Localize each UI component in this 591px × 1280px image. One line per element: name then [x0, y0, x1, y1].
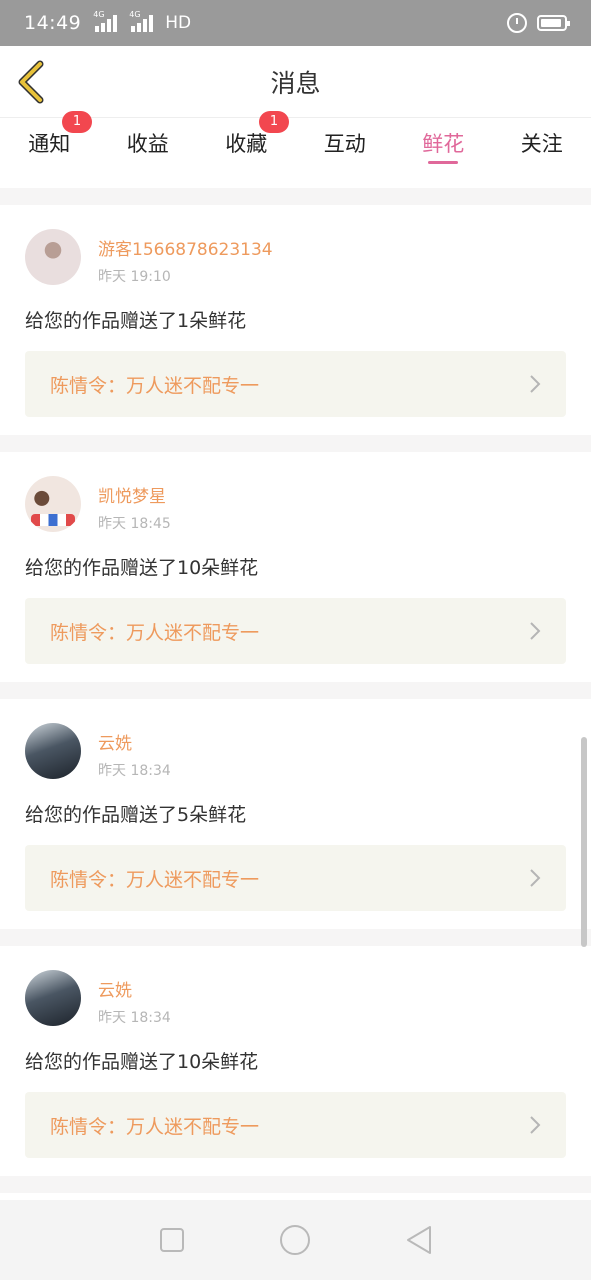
- user-row: 游客1566878623134 昨天 19:10: [25, 229, 566, 287]
- notification-badge: 1: [62, 111, 92, 133]
- square-icon: [159, 1228, 184, 1252]
- message-text: 给您的作品赠送了10朵鲜花: [25, 557, 259, 579]
- message-card: 云姺 昨天 18:34 给您的作品赠送了5朵鲜花 陈情令：万人迷不配专一: [0, 699, 591, 929]
- system-nav-bar: [0, 1200, 591, 1280]
- system-back-button[interactable]: [399, 1220, 439, 1260]
- user-row: 云姺 昨天 18:34: [25, 970, 566, 1028]
- message-card: 云姺 昨天 18:34 给您的作品赠送了10朵鲜花 陈情令：万人迷不配专一: [0, 946, 591, 1176]
- network-label-2: 4G: [129, 10, 141, 19]
- work-title: 陈情令：万人迷不配专一: [50, 1115, 260, 1138]
- user-info: 云姺 昨天 18:34: [98, 723, 171, 780]
- tab-label: 关注: [520, 132, 563, 156]
- circle-icon: [280, 1225, 311, 1255]
- signal-icon: 4G: [93, 10, 118, 32]
- work-title: 陈情令：万人迷不配专一: [50, 868, 260, 891]
- active-tab-indicator: [428, 161, 459, 164]
- hd-label: HD: [165, 13, 192, 33]
- tab-bar: 通知 1 收益 收藏 1 互动 鲜花 关注: [0, 111, 591, 188]
- triangle-back-icon: [407, 1226, 432, 1254]
- chevron-right-icon: [530, 1116, 541, 1134]
- avatar[interactable]: [25, 970, 81, 1026]
- message-card: 凯悦梦星 昨天 18:45 给您的作品赠送了10朵鲜花 陈情令：万人迷不配专一: [0, 452, 591, 682]
- tab-flowers[interactable]: 鲜花: [394, 118, 493, 164]
- tab-follow[interactable]: 关注: [493, 118, 591, 158]
- timestamp: 昨天 18:34: [98, 763, 171, 779]
- work-link[interactable]: 陈情令：万人迷不配专一: [25, 598, 566, 664]
- status-right: [507, 13, 570, 33]
- tab-label: 鲜花: [422, 132, 465, 156]
- work-link[interactable]: 陈情令：万人迷不配专一: [25, 1092, 566, 1158]
- user-info: 凯悦梦星 昨天 18:45: [98, 476, 171, 533]
- network-label-1: 4G: [93, 10, 105, 19]
- message-text: 给您的作品赠送了5朵鲜花: [25, 804, 247, 826]
- page-title: 消息: [270, 68, 321, 98]
- message-text: 给您的作品赠送了1朵鲜花: [25, 310, 247, 332]
- battery-icon: [537, 15, 570, 31]
- status-left: 14:49 4G 4G HD: [24, 10, 192, 34]
- chevron-right-icon: [530, 622, 541, 640]
- tab-label: 通知: [28, 132, 71, 156]
- timestamp: 昨天 19:10: [98, 269, 171, 285]
- timestamp: 昨天 18:45: [98, 516, 171, 532]
- recent-apps-button[interactable]: [152, 1220, 192, 1260]
- work-link[interactable]: 陈情令：万人迷不配专一: [25, 845, 566, 911]
- home-button[interactable]: [275, 1220, 315, 1260]
- work-title: 陈情令：万人迷不配专一: [50, 621, 260, 644]
- tab-label: 互动: [323, 132, 366, 156]
- header-bar: 消息: [0, 46, 591, 118]
- tab-label: 收藏: [225, 132, 268, 156]
- back-button[interactable]: [14, 60, 50, 104]
- message-text: 给您的作品赠送了10朵鲜花: [25, 1051, 259, 1073]
- alarm-icon: [507, 13, 527, 33]
- username[interactable]: 云姺: [98, 976, 171, 1001]
- user-info: 云姺 昨天 18:34: [98, 970, 171, 1027]
- chevron-right-icon: [530, 869, 541, 887]
- status-time: 14:49: [24, 12, 82, 34]
- status-bar: 14:49 4G 4G HD: [0, 0, 591, 46]
- tab-earnings[interactable]: 收益: [99, 118, 198, 158]
- message-list: 游客1566878623134 昨天 19:10 给您的作品赠送了1朵鲜花 陈情…: [0, 205, 591, 1275]
- tab-notify[interactable]: 通知 1: [0, 111, 99, 158]
- work-link[interactable]: 陈情令：万人迷不配专一: [25, 351, 566, 417]
- scrollbar[interactable]: [581, 737, 587, 947]
- user-row: 云姺 昨天 18:34: [25, 723, 566, 781]
- avatar[interactable]: [25, 723, 81, 779]
- tab-favorites[interactable]: 收藏 1: [197, 111, 296, 158]
- work-title: 陈情令：万人迷不配专一: [50, 374, 260, 397]
- screen: 14:49 4G 4G HD 消息 通知 1 收益 收藏 1 互动 鲜花 关注 …: [0, 0, 591, 1280]
- signal-icon-2: 4G: [129, 10, 154, 32]
- username[interactable]: 凯悦梦星: [98, 482, 171, 507]
- chevron-right-icon: [530, 375, 541, 393]
- back-arrow-icon: [18, 60, 44, 104]
- user-row: 凯悦梦星 昨天 18:45: [25, 476, 566, 534]
- avatar[interactable]: [25, 476, 81, 532]
- user-info: 游客1566878623134 昨天 19:10: [98, 229, 273, 286]
- username[interactable]: 云姺: [98, 729, 171, 754]
- timestamp: 昨天 18:34: [98, 1010, 171, 1026]
- tab-label: 收益: [126, 132, 169, 156]
- message-card: 游客1566878623134 昨天 19:10 给您的作品赠送了1朵鲜花 陈情…: [0, 205, 591, 435]
- avatar[interactable]: [25, 229, 81, 285]
- tab-interaction[interactable]: 互动: [296, 118, 395, 158]
- username[interactable]: 游客1566878623134: [98, 235, 273, 260]
- notification-badge: 1: [259, 111, 289, 133]
